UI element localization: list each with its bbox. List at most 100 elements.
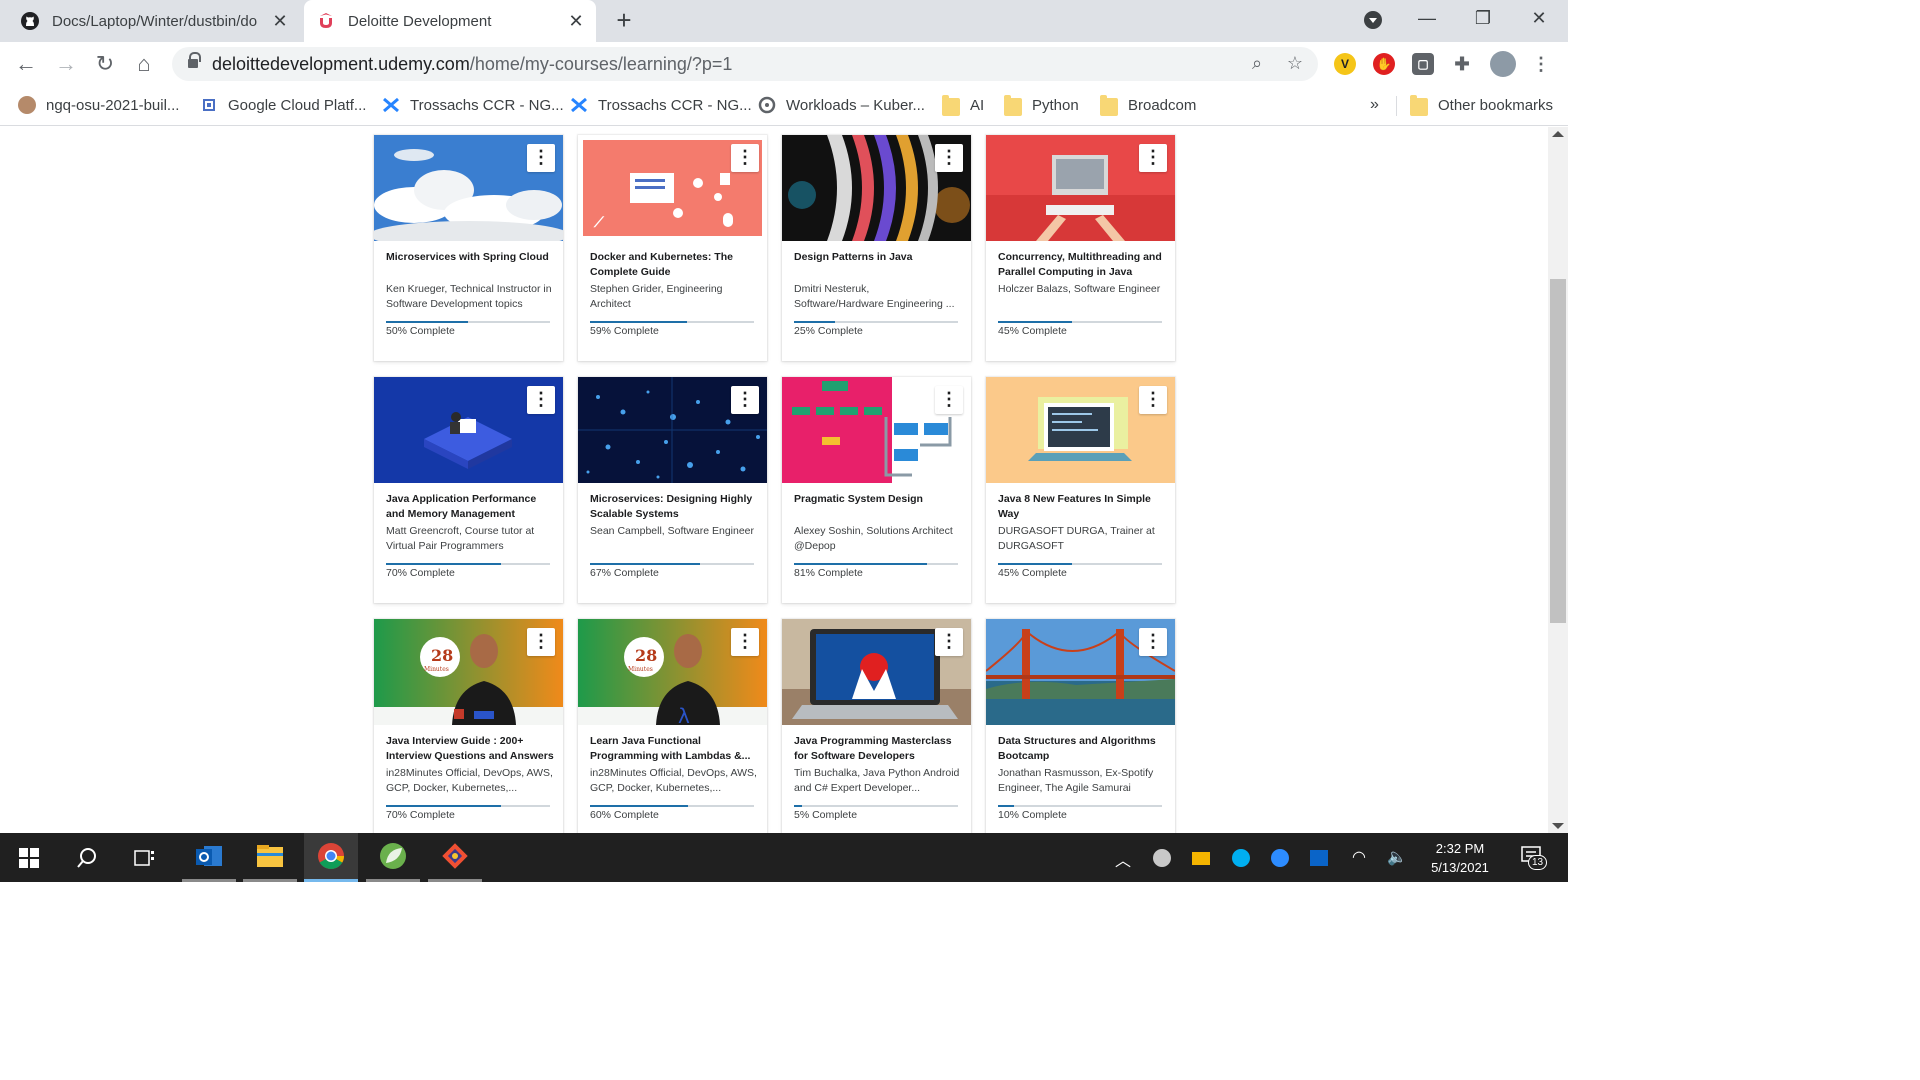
course-card[interactable]: ⋮ Microservices with Spring Cloud Ken Kr… [374, 135, 563, 361]
course-card[interactable]: ⋮ Java Programming Masterclass for Softw… [782, 619, 971, 833]
notifications-button[interactable]: 13 [1518, 845, 1548, 870]
course-options-button[interactable]: ⋮ [527, 628, 555, 656]
course-author: Dmitri Nesteruk, Software/Hardware Engin… [794, 283, 955, 310]
close-tab-icon[interactable]: ✕ [568, 11, 584, 32]
course-title[interactable]: Java Interview Guide : 200+ Interview Qu… [386, 734, 554, 763]
course-options-button[interactable]: ⋮ [731, 144, 759, 172]
clock-time: 2:32 PM [1435, 841, 1485, 856]
start-button[interactable] [2, 833, 56, 882]
course-title[interactable]: Learn Java Functional Programming with L… [590, 734, 758, 763]
tab-github-docs[interactable]: Docs/Laptop/Winter/dustbin/do ✕ [8, 0, 300, 42]
progress-fill [794, 563, 927, 565]
course-options-button[interactable]: ⋮ [935, 386, 963, 414]
git-extensions-taskbar-button[interactable] [428, 833, 482, 882]
adblock-icon[interactable]: ✋ [1373, 53, 1395, 75]
skype-tray-icon[interactable] [1230, 847, 1252, 869]
course-title[interactable]: Java Application Performance and Memory … [386, 492, 554, 521]
course-title[interactable]: Concurrency, Multithreading and Parallel… [998, 250, 1166, 279]
tab-search-icon[interactable] [1364, 11, 1382, 29]
chrome-taskbar-button[interactable] [304, 833, 358, 882]
taskbar-clock[interactable]: 2:32 PM 5/13/2021 [1412, 839, 1508, 877]
progress-bar [386, 321, 550, 323]
profile-avatar[interactable] [1490, 51, 1516, 77]
course-options-button[interactable]: ⋮ [935, 144, 963, 172]
search-button[interactable] [60, 833, 114, 882]
close-tab-icon[interactable]: ✕ [272, 11, 288, 32]
course-options-button[interactable]: ⋮ [731, 628, 759, 656]
page-scrollbar[interactable] [1548, 127, 1568, 833]
course-card[interactable]: ⋮ Java 8 New Features In Simple Way DURG… [986, 377, 1175, 603]
bookmark-item[interactable]: Workloads – Kuber... [758, 94, 925, 116]
other-bookmarks-folder[interactable]: Other bookmarks [1410, 94, 1553, 116]
scroll-down-arrow-icon[interactable] [1552, 823, 1564, 829]
forward-icon[interactable]: → [52, 50, 80, 78]
new-tab-button[interactable]: + [610, 6, 638, 34]
bookmark-item[interactable]: Trossachs CCR - NG... [382, 94, 564, 116]
course-card[interactable]: ⋮ Microservices: Designing Highly Scalab… [578, 377, 767, 603]
course-card[interactable]: ⋮ Data Structures and Algorithms Bootcam… [986, 619, 1175, 833]
bookmark-item[interactable]: Trossachs CCR - NG... [570, 94, 752, 116]
course-card[interactable]: ⋮ Java Application Performance and Memor… [374, 377, 563, 603]
course-title[interactable]: Pragmatic System Design [794, 492, 962, 507]
bookmark-folder-broadcom[interactable]: Broadcom [1100, 94, 1196, 116]
course-title[interactable]: Data Structures and Algorithms Bootcamp [998, 734, 1166, 763]
extension-v-icon[interactable]: V [1334, 53, 1356, 75]
course-options-button[interactable]: ⋮ [1139, 386, 1167, 414]
bookmark-folder-ai[interactable]: AI [942, 94, 984, 116]
course-title[interactable]: Java Programming Masterclass for Softwar… [794, 734, 962, 763]
course-options-button[interactable]: ⋮ [731, 386, 759, 414]
tab-deloitte-development[interactable]: Deloitte Development ✕ [304, 0, 596, 42]
progress-bar [386, 563, 550, 565]
course-title[interactable]: Docker and Kubernetes: The Complete Guid… [590, 250, 758, 279]
minimize-icon[interactable]: — [1414, 8, 1440, 32]
volume-icon[interactable]: 🔈 [1386, 847, 1408, 869]
scrollbar-thumb[interactable] [1550, 279, 1566, 623]
course-title[interactable]: Microservices: Designing Highly Scalable… [590, 492, 758, 521]
bookmark-item[interactable]: ngq-osu-2021-buil... [18, 94, 179, 116]
restore-icon[interactable]: ❐ [1470, 8, 1496, 32]
course-options-button[interactable]: ⋮ [527, 386, 555, 414]
svg-text:λ: λ [678, 704, 690, 725]
bookmark-folder-python[interactable]: Python [1004, 94, 1079, 116]
course-card[interactable]: ⋮ Pragmatic System Design Alexey Soshin,… [782, 377, 971, 603]
wifi-icon[interactable]: ◠ [1348, 847, 1370, 869]
show-hidden-icons-chevron-icon[interactable]: ︿ [1112, 847, 1134, 870]
globe-status-icon[interactable] [1151, 847, 1173, 869]
course-title[interactable]: Microservices with Spring Cloud [386, 250, 554, 265]
course-options-button[interactable]: ⋮ [935, 628, 963, 656]
extension-square-icon[interactable]: ▢ [1412, 53, 1434, 75]
zoom-tray-icon[interactable] [1269, 847, 1291, 869]
course-card[interactable]: 28 Minutes ⋮ Java Interview Guide : 200+… [374, 619, 563, 833]
reload-icon[interactable]: ↻ [91, 50, 119, 78]
bookmark-star-icon[interactable]: ☆ [1284, 53, 1306, 75]
course-author: DURGASOFT DURGA, Trainer at DURGASOFT [998, 525, 1155, 552]
search-icon [77, 847, 96, 868]
scroll-up-arrow-icon[interactable] [1552, 131, 1564, 137]
home-icon[interactable]: ⌂ [130, 50, 158, 78]
course-card[interactable]: ⋮ Concurrency, Multithreading and Parall… [986, 135, 1175, 361]
address-bar[interactable]: deloittedevelopment.udemy.com/home/my-co… [172, 47, 1318, 81]
course-title[interactable]: Java 8 New Features In Simple Way [998, 492, 1166, 521]
course-options-button[interactable]: ⋮ [527, 144, 555, 172]
close-window-icon[interactable]: ✕ [1526, 8, 1552, 32]
outlook-taskbar-button[interactable] [182, 833, 236, 882]
spring-tool-suite-taskbar-button[interactable] [366, 833, 420, 882]
outlook-tray-icon[interactable] [1308, 847, 1330, 869]
task-view-button[interactable] [118, 833, 172, 882]
course-options-button[interactable]: ⋮ [1139, 144, 1167, 172]
course-card[interactable]: 28 Minutes λ ⋮ Learn Java Functional Pro… [578, 619, 767, 833]
file-explorer-taskbar-button[interactable] [243, 833, 297, 882]
mail-tray-icon[interactable] [1190, 847, 1212, 869]
lock-icon[interactable] [188, 52, 201, 70]
course-title[interactable]: Design Patterns in Java [794, 250, 962, 265]
zoom-icon[interactable]: ⌕ [1246, 53, 1268, 75]
extensions-puzzle-icon[interactable]: ✚ [1451, 53, 1473, 75]
url-text[interactable]: deloittedevelopment.udemy.com/home/my-co… [212, 54, 732, 75]
chrome-menu-icon[interactable]: ⋮ [1530, 53, 1552, 75]
course-card[interactable]: ⟋ ⋮ Docker and Kubernetes: The Complete … [578, 135, 767, 361]
course-card[interactable]: ⋮ Design Patterns in Java Dmitri Nesteru… [782, 135, 971, 361]
back-icon[interactable]: ← [12, 50, 40, 78]
more-bookmarks-button[interactable]: » [1370, 94, 1379, 116]
bookmark-item[interactable]: Google Cloud Platf... [200, 94, 366, 116]
course-options-button[interactable]: ⋮ [1139, 628, 1167, 656]
